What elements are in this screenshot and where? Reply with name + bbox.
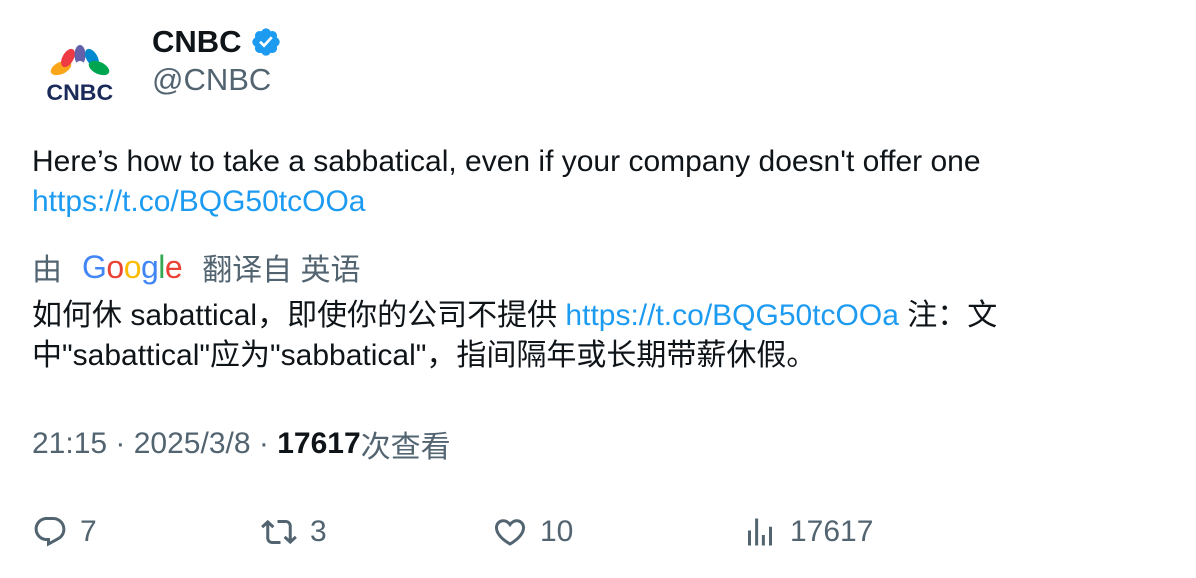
avatar[interactable]: CNBC <box>32 26 128 122</box>
tweet-actions: 7 3 10 17617 <box>0 506 1196 558</box>
translation-suffix: 翻译自 英语 <box>202 254 361 287</box>
tweet-meta: 21:15 · 2025/3/8 · 17617 次查看 <box>32 424 451 464</box>
views-label: 次查看 <box>360 431 451 464</box>
analytics-icon <box>748 518 772 546</box>
views-button[interactable]: 17617 <box>742 506 873 558</box>
repost-button[interactable]: 3 <box>260 506 327 558</box>
author-name-row[interactable]: CNBC <box>152 22 282 62</box>
tweet-link[interactable]: https://t.co/BQG50tcOOa <box>32 185 365 218</box>
translated-text: 如何休 sabattical，即使你的公司不提供 https://t.co/BQ… <box>32 296 1172 376</box>
views-action-count: 17617 <box>790 515 874 548</box>
tweet-date[interactable]: 2025/3/8 <box>134 427 251 461</box>
tweet-body: Here’s how to take a sabbatical, even if… <box>32 145 981 178</box>
author-handle[interactable]: @CNBC <box>152 62 271 98</box>
repost-count: 3 <box>310 515 327 548</box>
verified-badge-icon <box>251 28 280 56</box>
google-logo: Google <box>82 248 183 285</box>
meta-separator: · <box>107 427 134 460</box>
heart-icon <box>494 519 526 546</box>
cnbc-peacock-icon <box>50 45 110 79</box>
translated-text-before-link: 如何休 sabattical，即使你的公司不提供 <box>32 299 566 332</box>
like-button[interactable]: 10 <box>492 506 573 558</box>
views-count: 17617 <box>277 427 361 460</box>
meta-separator: · <box>250 427 278 460</box>
translation-prefix: 由 <box>32 254 62 287</box>
reply-button[interactable]: 7 <box>32 506 97 558</box>
like-count: 10 <box>540 515 574 548</box>
tweet-text: Here’s how to take a sabbatical, even if… <box>32 142 1162 222</box>
tweet-time[interactable]: 21:15 <box>32 427 107 461</box>
author-display-name[interactable]: CNBC <box>152 24 242 60</box>
translation-attribution: 由 Google 翻译自 英语 <box>32 246 361 288</box>
reply-icon <box>34 517 66 547</box>
avatar-logo-text: CNBC <box>46 80 114 105</box>
translated-link[interactable]: https://t.co/BQG50tcOOa <box>565 299 898 332</box>
reply-count: 7 <box>80 515 97 548</box>
repost-icon <box>261 519 297 545</box>
